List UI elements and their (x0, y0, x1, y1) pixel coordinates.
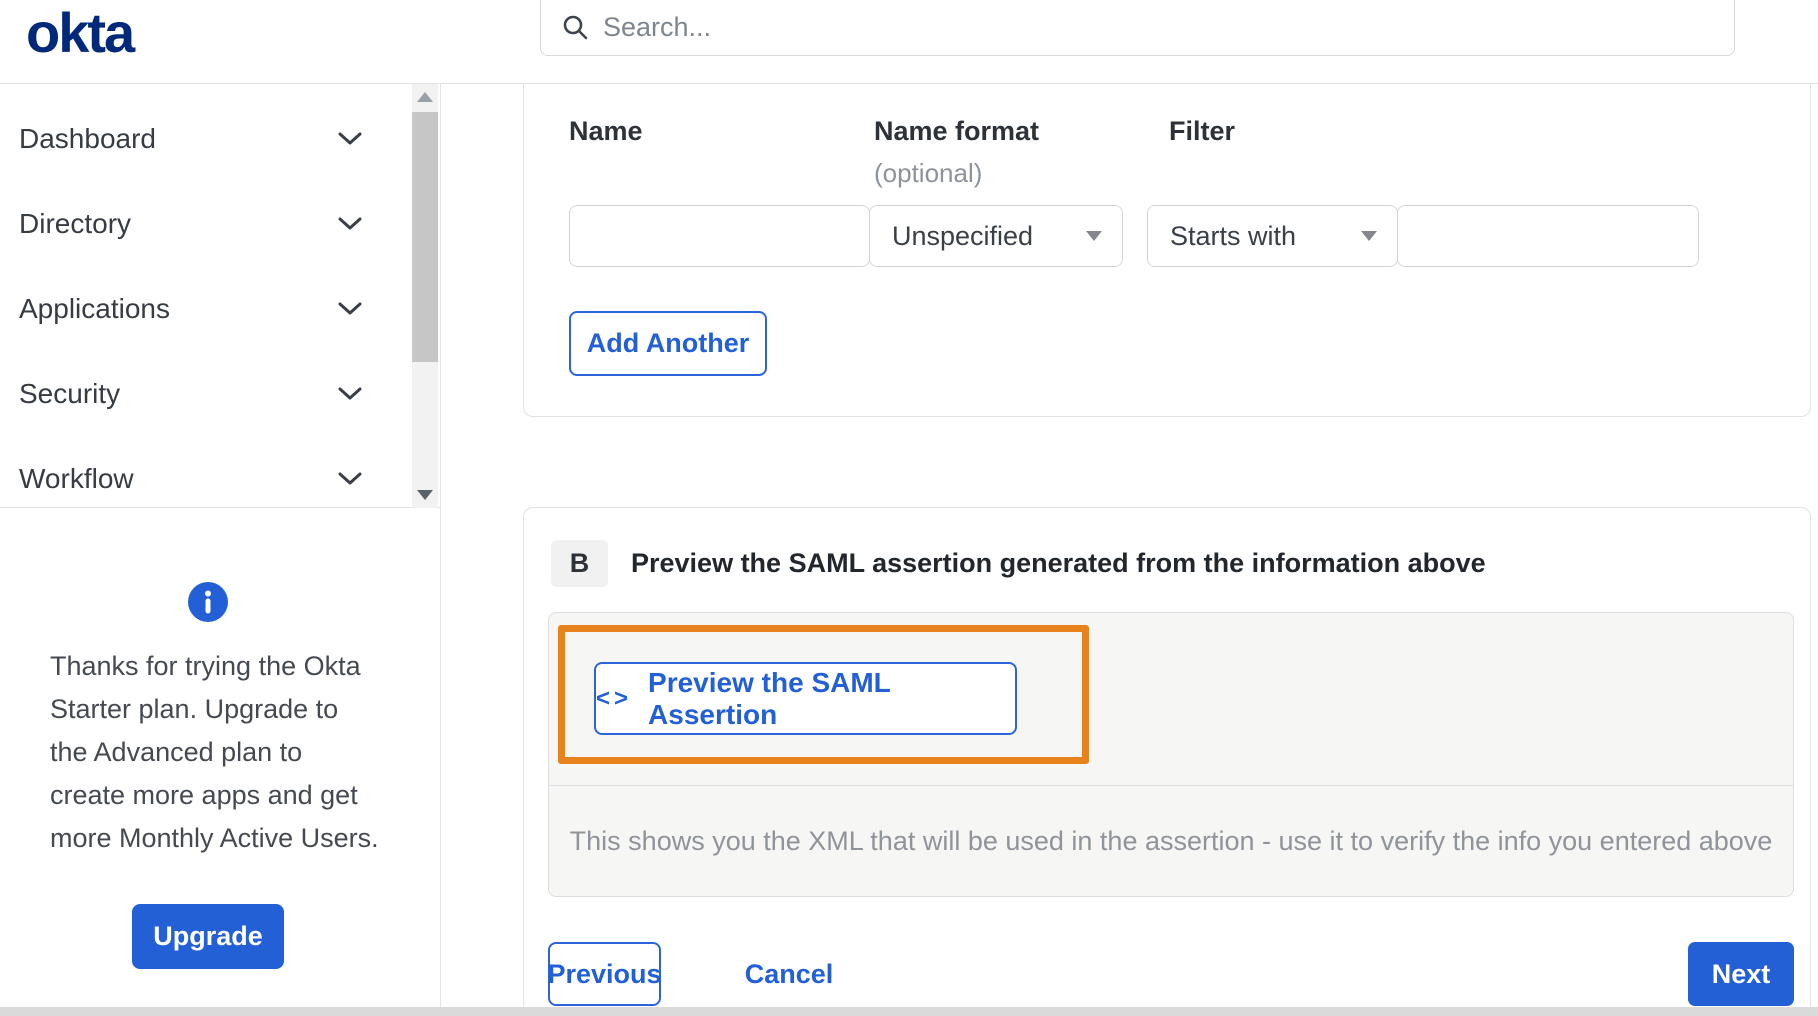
sidebar-nav: Dashboard Directory Applications Securit… (0, 84, 440, 508)
section-b-title: Preview the SAML assertion generated fro… (631, 548, 1486, 578)
attributes-form-card: Name Name format (optional) Filter Unspe… (523, 84, 1811, 417)
info-icon (188, 582, 228, 622)
chevron-down-icon (338, 217, 362, 231)
name-format-value: Unspecified (892, 220, 1034, 251)
sidebar-item-label: Applications (19, 292, 170, 324)
upgrade-button[interactable]: Upgrade (132, 904, 284, 969)
sidebar-item-applications[interactable]: Applications (0, 266, 440, 351)
preview-saml-label: Preview the SAML Assertion (648, 666, 891, 730)
chevron-down-icon (338, 387, 362, 401)
sidebar-item-security[interactable]: Security (0, 351, 440, 436)
filter-value-input[interactable] (1397, 205, 1699, 267)
code-icon: <> (596, 684, 633, 712)
chevron-down-icon (338, 472, 362, 486)
sidebar: Dashboard Directory Applications Securit… (0, 84, 440, 1016)
chevron-down-icon (338, 302, 362, 316)
caret-down-icon (1361, 231, 1377, 241)
filter-column-label: Filter (1169, 116, 1236, 146)
okta-admin-app: okta Dashboard Directory (0, 0, 1818, 1016)
preview-saml-button[interactable]: <> Preview the SAML Assertion (594, 662, 1017, 735)
sidebar-item-directory[interactable]: Directory (0, 181, 440, 266)
search-icon (561, 13, 589, 41)
sidebar-item-label: Workflow (19, 462, 134, 494)
optional-label: (optional) (874, 158, 983, 188)
trial-message-line: the Advanced plan to (50, 737, 303, 767)
okta-logo: okta (26, 1, 135, 64)
trial-message-line: create more apps and get (50, 780, 358, 810)
bottom-page-edge (0, 1007, 1818, 1016)
main-content: Name Name format (optional) Filter Unspe… (440, 84, 1818, 1016)
name-format-select[interactable]: Unspecified (869, 205, 1123, 267)
sidebar-item-label: Directory (19, 207, 132, 239)
attribute-name-input[interactable] (569, 205, 870, 267)
add-another-button[interactable]: Add Another (569, 311, 767, 376)
global-search (540, 0, 1735, 56)
scroll-down-icon[interactable] (412, 482, 438, 508)
trial-message-line: Starter plan. Upgrade to (50, 694, 339, 724)
app-header: okta (0, 0, 1818, 84)
scroll-up-icon[interactable] (412, 84, 438, 110)
preview-panel-top: <> Preview the SAML Assertion (549, 613, 1793, 785)
sidebar-item-label: Security (19, 377, 121, 409)
step-b-badge: B (551, 540, 608, 587)
saml-preview-card: B Preview the SAML assertion generated f… (523, 507, 1811, 1016)
next-button[interactable]: Next (1688, 942, 1794, 1006)
panel-description: This shows you the XML that will be used… (569, 825, 1773, 856)
trial-message-line: more Monthly Active Users. (50, 823, 379, 853)
sidebar-item-label: Dashboard (19, 122, 156, 154)
name-format-column-label: Name format (874, 116, 1040, 146)
sidebar-item-dashboard[interactable]: Dashboard (0, 96, 440, 181)
sidebar-scrollbar[interactable] (412, 84, 438, 508)
cancel-button[interactable]: Cancel (734, 942, 844, 1006)
filter-operator-value: Starts with (1170, 220, 1297, 251)
trial-message: Thanks for trying the Okta Starter plan.… (50, 645, 390, 860)
chevron-down-icon (338, 132, 362, 146)
sidebar-item-workflow[interactable]: Workflow (0, 436, 440, 521)
preview-panel: <> Preview the SAML Assertion This shows… (548, 612, 1794, 897)
previous-button[interactable]: Previous (547, 942, 662, 1006)
scrollbar-thumb[interactable] (412, 112, 438, 362)
name-column-label: Name (569, 116, 643, 146)
caret-down-icon (1086, 231, 1102, 241)
search-input[interactable] (603, 11, 1734, 43)
preview-panel-bottom: This shows you the XML that will be used… (549, 785, 1793, 896)
filter-operator-select[interactable]: Starts with (1147, 205, 1398, 267)
trial-message-line: Thanks for trying the Okta (50, 651, 361, 681)
section-b-header: B Preview the SAML assertion generated f… (551, 540, 1486, 587)
